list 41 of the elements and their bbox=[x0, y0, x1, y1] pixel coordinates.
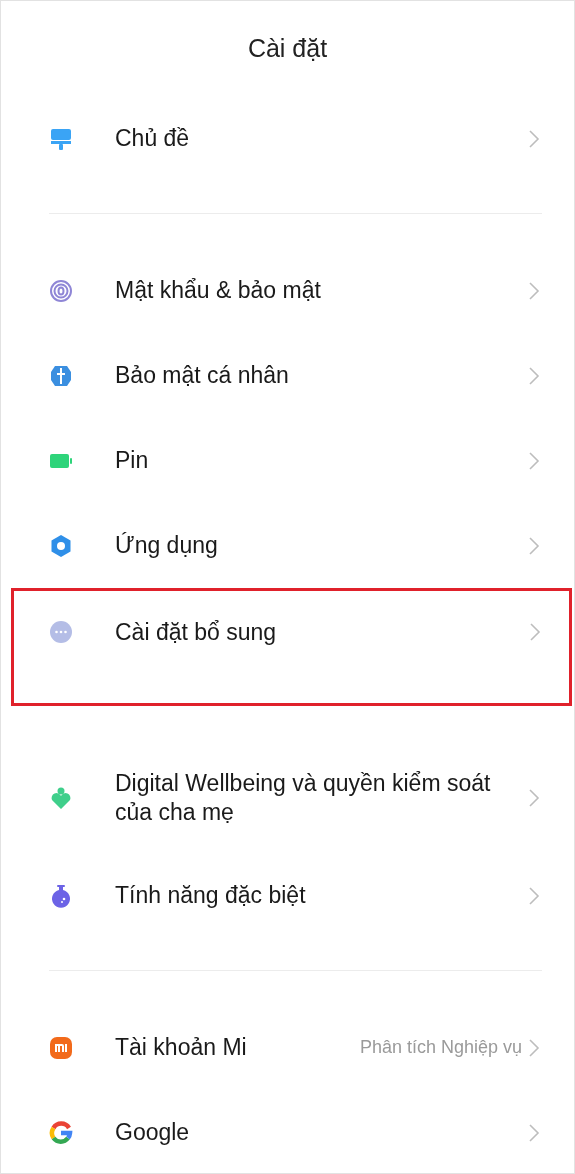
settings-item[interactable]: Bảo mật cá nhân bbox=[1, 333, 574, 418]
flask-icon bbox=[49, 883, 73, 908]
mi-logo-icon bbox=[49, 1035, 73, 1060]
chevron-right-icon bbox=[528, 128, 540, 149]
item-label: Tính năng đặc biệt bbox=[115, 881, 307, 910]
fingerprint-icon bbox=[49, 278, 73, 303]
settings-item[interactable]: Chủ đề bbox=[1, 96, 574, 181]
shield-icon bbox=[49, 363, 73, 388]
item-label: Chủ đề bbox=[115, 124, 191, 153]
settings-item[interactable]: Tính năng đặc biệt bbox=[1, 853, 574, 938]
chevron-right-icon bbox=[528, 1122, 540, 1143]
chevron-right-icon bbox=[528, 535, 540, 556]
screen-title: Cài đặt bbox=[247, 34, 328, 63]
item-label: Pin bbox=[115, 446, 150, 475]
item-label: Digital Wellbeing và quyền kiểm soát của cha mẹ bbox=[115, 769, 492, 827]
settings-item[interactable]: Tài khoản Mi Phân tích Nghiệp vụ bbox=[1, 1005, 574, 1090]
settings-item[interactable]: Google bbox=[1, 1090, 574, 1173]
gear-icon bbox=[49, 533, 73, 558]
item-label: Mật khẩu & bảo mật bbox=[115, 276, 322, 305]
chevron-right-icon bbox=[528, 365, 540, 386]
settings-item[interactable]: Digital Wellbeing và quyền kiểm soát của cha mẹ bbox=[1, 743, 574, 853]
chevron-right-icon bbox=[528, 1037, 540, 1058]
chevron-right-icon bbox=[528, 450, 540, 471]
settings-item[interactable]: Pin bbox=[1, 418, 574, 503]
google-g-icon bbox=[49, 1120, 73, 1145]
settings-item[interactable]: Mật khẩu & bảo mật bbox=[1, 248, 574, 333]
settings-item[interactable]: Cài đặt bổ sung bbox=[11, 588, 572, 706]
item-label: Cài đặt bổ sung bbox=[115, 617, 278, 647]
settings-item[interactable]: Ứng dụng bbox=[1, 503, 574, 588]
chevron-right-icon bbox=[528, 885, 540, 906]
person-heart-icon bbox=[49, 786, 73, 810]
more-icon bbox=[49, 620, 73, 644]
item-value: Phân tích Nghiệp vụ bbox=[359, 1037, 522, 1058]
item-label: Google bbox=[115, 1118, 191, 1147]
chevron-right-icon bbox=[528, 788, 540, 808]
chevron-right-icon bbox=[529, 622, 541, 642]
paint-roller-icon bbox=[49, 126, 73, 151]
item-label: Bảo mật cá nhân bbox=[115, 361, 290, 390]
item-label: Ứng dụng bbox=[115, 531, 219, 560]
chevron-right-icon bbox=[528, 280, 540, 301]
item-label: Tài khoản Mi bbox=[115, 1033, 248, 1062]
